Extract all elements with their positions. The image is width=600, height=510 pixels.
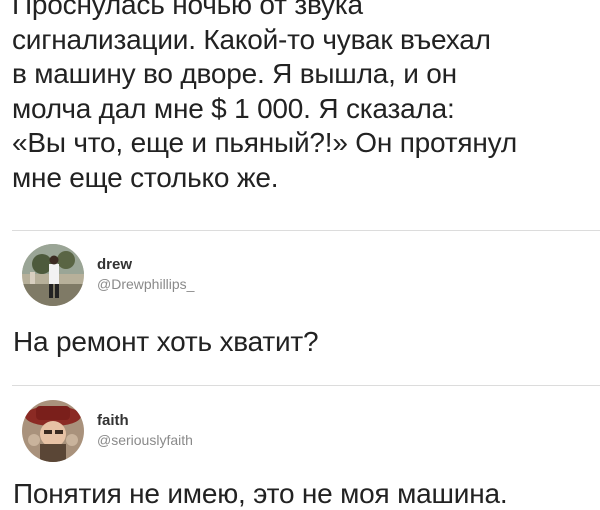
reply-header-drew: drew @Drewphillips_ xyxy=(22,244,194,306)
post-text-line: мне еще столько же. xyxy=(12,161,279,193)
reply-text: На ремонт хоть хватит? xyxy=(13,326,319,357)
post-text: Проснулась ночью от звука сигнализации. … xyxy=(12,0,597,195)
post-text-line: в машину во дворе. Я вышла, и он xyxy=(12,58,457,89)
post-text-line: «Вы что, еще и пьяный?!» Он протянул xyxy=(12,127,517,158)
reply-header-faith: faith @seriouslyfaith xyxy=(22,400,193,462)
display-name[interactable]: faith xyxy=(97,412,193,430)
divider xyxy=(12,385,600,386)
post-text-line: молча дал мне $ 1 000. Я сказала: xyxy=(12,92,455,124)
post-text-line: сигнализации. Какой-то чувак въехал xyxy=(12,23,491,55)
avatar-faith[interactable] xyxy=(22,400,84,462)
divider xyxy=(12,230,600,231)
reply-text: Понятия не имею, это не моя машина. xyxy=(13,478,508,509)
display-name[interactable]: drew xyxy=(97,256,194,274)
post-text-line: Проснулась ночью от звука xyxy=(12,0,363,20)
username[interactable]: @Drewphillips_ xyxy=(97,274,194,294)
username[interactable]: @seriouslyfaith xyxy=(97,430,193,450)
avatar-drew[interactable] xyxy=(22,244,84,306)
